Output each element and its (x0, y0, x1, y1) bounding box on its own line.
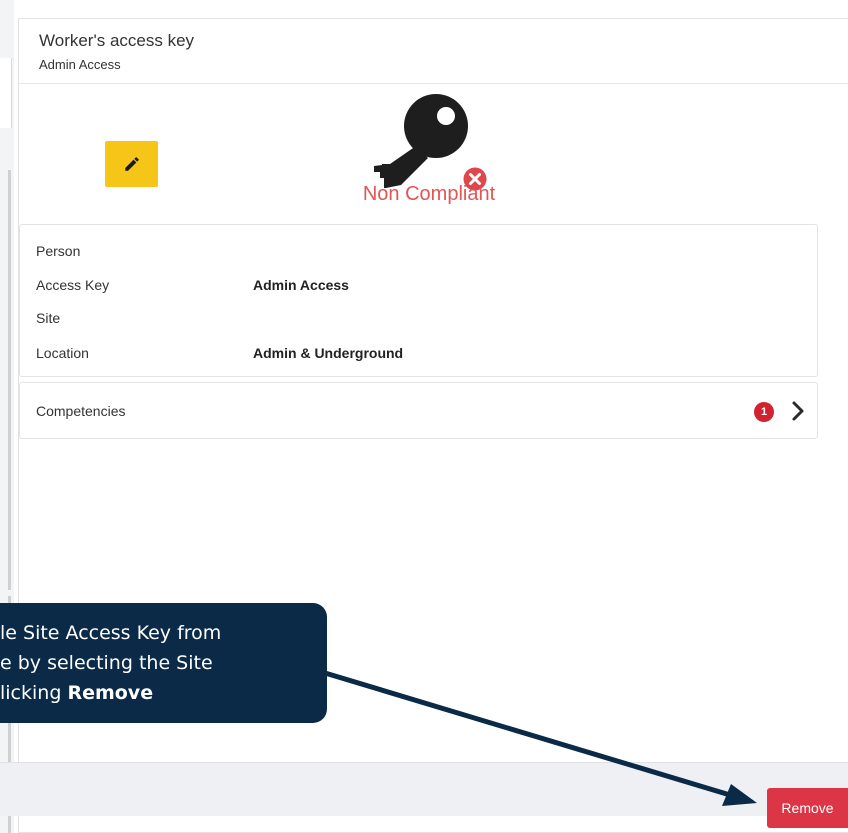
competencies-count-badge: 1 (754, 402, 774, 422)
panel-footer (0, 762, 848, 816)
detail-label: Access Key (36, 277, 110, 293)
tutorial-callout: le Site Access Key from e by selecting t… (0, 603, 327, 723)
detail-label: Site (36, 310, 61, 326)
callout-line-2: e by selecting the Site (0, 652, 213, 674)
background-panel-edge (0, 58, 12, 128)
detail-label: Person (36, 243, 81, 259)
detail-value: Admin & Underground (253, 345, 404, 361)
chevron-right-icon[interactable] (790, 400, 806, 422)
callout-emphasis: Remove (67, 682, 154, 704)
panel-subtitle: Admin Access (39, 57, 121, 72)
callout-line-1: le Site Access Key from (0, 622, 222, 644)
panel-header: Worker's access key Admin Access (19, 19, 848, 84)
remove-button[interactable]: Remove (767, 788, 848, 828)
detail-label: Location (36, 345, 89, 361)
callout-line-3: licking Remove (0, 678, 153, 708)
competencies-row[interactable]: Competencies 1 (19, 382, 818, 439)
pencil-icon (124, 157, 139, 171)
competencies-label: Competencies (36, 403, 126, 419)
compliance-status: Non Compliant (362, 183, 496, 205)
edit-button[interactable] (105, 141, 158, 187)
callout-text: licking (0, 682, 68, 704)
panel-title: Worker's access key (39, 31, 195, 50)
details-card: Person Access Key Admin Access Site Loca… (19, 224, 818, 377)
background-scroll-edge (8, 170, 11, 590)
detail-value: Admin Access (253, 277, 349, 293)
